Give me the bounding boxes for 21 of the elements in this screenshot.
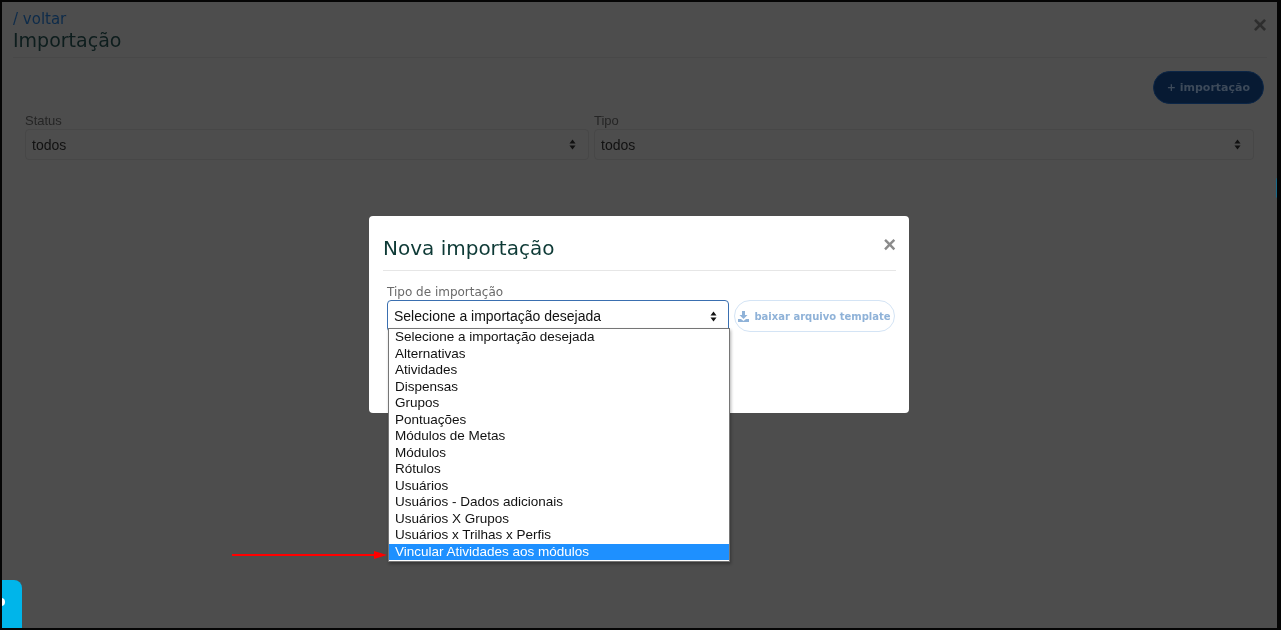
sort-arrows-icon: [569, 139, 576, 150]
field-label: Tipo de importação: [387, 285, 505, 299]
dropdown-option[interactable]: Módulos de Metas: [389, 428, 729, 445]
modal-title: Nova importação: [383, 235, 555, 260]
dropdown-option[interactable]: Dispensas: [389, 378, 729, 395]
dropdown-option[interactable]: Alternativas: [389, 345, 729, 362]
dropdown-option[interactable]: Usuários X Grupos: [389, 510, 729, 527]
dropdown-option[interactable]: Usuários: [389, 477, 729, 494]
dropdown-option[interactable]: Usuários x Trilhas x Perfis: [389, 527, 729, 544]
dropdown-option[interactable]: Pontuações: [389, 411, 729, 428]
dropdown-option[interactable]: Selecione a importação desejada: [389, 329, 729, 346]
dropdown-option[interactable]: Módulos: [389, 444, 729, 461]
dropdown-option[interactable]: Rótulos: [389, 461, 729, 478]
chat-widget[interactable]: [2, 580, 22, 628]
sort-arrows-icon: [710, 310, 717, 322]
download-icon: [738, 310, 750, 322]
sort-arrows-icon: [1234, 139, 1241, 150]
dropdown-option[interactable]: Grupos: [389, 395, 729, 412]
dropdown-option[interactable]: Atividades: [389, 362, 729, 379]
page-title: Importação: [13, 29, 122, 51]
dropdown-option[interactable]: Usuários - Dados adicionais: [389, 494, 729, 511]
